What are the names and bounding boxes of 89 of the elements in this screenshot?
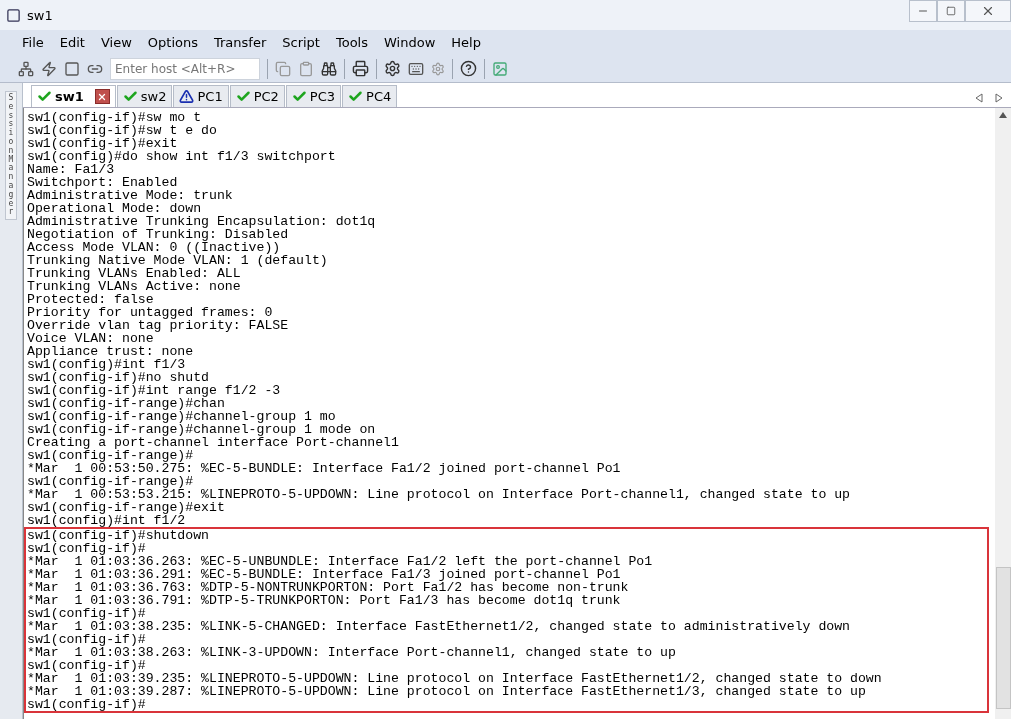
app-icon	[6, 7, 21, 23]
lightning-icon[interactable]	[41, 60, 57, 77]
session-tab[interactable]: PC3	[285, 85, 342, 107]
terminal-line: sw1(config-if)#sw mo t	[27, 111, 203, 124]
terminal-line: Negotiation of Trunking: Disabled	[27, 228, 289, 241]
keyboard-icon[interactable]	[408, 60, 424, 77]
terminal-line: sw1(config-if)#	[27, 698, 147, 711]
terminal-line: sw1(config)#do show int f1/3 switchport	[27, 150, 337, 163]
terminal-line: sw1(config-if)#sw t e do	[27, 124, 218, 137]
help-icon[interactable]	[460, 60, 477, 77]
terminal-line: sw1(config)#int f1/2	[27, 514, 186, 527]
scroll-up-icon[interactable]	[999, 112, 1007, 118]
tab-label: PC2	[253, 89, 279, 104]
menu-item[interactable]: Edit	[51, 35, 93, 50]
session-tab[interactable]: PC4	[342, 85, 398, 107]
terminal-line: *Mar 1 00:53:53.215: %LINEPROTO-5-UPDOWN: Line protocol on Interface Port-channel1, changed state to up	[27, 488, 852, 501]
menu-item[interactable]: Help	[443, 35, 489, 50]
terminal-line: *Mar 1 01:03:36.791: %DTP-5-TRUNKPORTON: Port Fa1/3 has become dot1q trunk	[27, 594, 622, 607]
printer-icon[interactable]	[352, 60, 369, 77]
terminal-line: Switchport: Enabled	[27, 176, 179, 189]
close-icon[interactable]	[94, 89, 110, 104]
tab-label: PC3	[309, 89, 336, 104]
right-arrow-icon[interactable]	[995, 93, 1003, 103]
menu-item[interactable]: File	[14, 35, 52, 50]
session-tab[interactable]: PC1	[173, 85, 229, 107]
terminal-line: Creating a port-channel interface Port-channel1	[27, 436, 400, 449]
session-tab[interactable]: PC2	[229, 85, 285, 107]
maximize-icon	[946, 6, 956, 16]
menu-item[interactable]: View	[92, 35, 140, 50]
tab-label: sw2	[140, 89, 167, 104]
session-tab[interactable]: sw1	[31, 85, 116, 107]
network-icon[interactable]	[18, 60, 34, 77]
terminal-line: Trunking Native Mode VLAN: 1 (default)	[27, 254, 329, 267]
terminal-line: sw1(config-if)#shutdown	[27, 529, 211, 542]
terminal-line: sw1(config)#int f1/3	[27, 358, 187, 371]
terminal-line: Trunking VLANs Enabled: ALL	[27, 267, 242, 280]
close-icon	[981, 4, 995, 18]
window-title: sw1	[27, 7, 54, 23]
tab-label: PC1	[197, 89, 223, 104]
tab-label: PC4	[366, 89, 392, 104]
host-field[interactable]: Enter host <Alt+R>	[110, 57, 260, 80]
terminal-line: Appliance trust: none	[27, 345, 195, 358]
terminal-line: sw1(config-if)#	[27, 659, 147, 672]
terminal-line: *Mar 1 00:53:50.275: %EC-5-BUNDLE: Interface Fa1/2 joined port-channel Po1	[27, 462, 622, 475]
left-arrow-icon[interactable]	[975, 93, 983, 103]
terminal-line: sw1(config-if-range)#channel-group 1 mo	[27, 410, 337, 423]
terminal-line: Trunking VLANs Active: none	[27, 280, 242, 293]
terminal-line: sw1(config-if)#int range f1/2 -3	[27, 384, 282, 397]
settings-icon[interactable]	[384, 60, 401, 77]
terminal-line: sw1(config-if)#	[27, 542, 146, 555]
terminal-line: *Mar 1 01:03:39.287: %LINEPROTO-5-UPDOWN: Line protocol on Interface FastEthernet1/3, changed state to up	[27, 685, 867, 698]
terminal-line: *Mar 1 01:03:38.235: %LINK-5-CHANGED: Interface FastEthernet1/2, changed state to administratively down	[27, 620, 852, 633]
terminal-line: Operational Mode: down	[27, 202, 203, 215]
terminal-line: sw1(config-if-range)#exit	[27, 501, 226, 514]
terminal-line: Protected: false	[27, 293, 155, 306]
terminal-line: *Mar 1 01:03:39.235: %LINEPROTO-5-UPDOWN: Line protocol on Interface FastEthernet1/2, changed state to down	[27, 672, 883, 685]
terminal-line: sw1(config-if-range)#	[27, 475, 195, 488]
menu-item[interactable]: Script	[274, 35, 328, 50]
terminal-line: sw1(config-if)#	[27, 607, 147, 620]
menu-item[interactable]: Options	[139, 35, 206, 50]
terminal-line: *Mar 1 01:03:36.291: %EC-5-BUNDLE: Interface Fa1/3 joined port-channel Po1	[27, 568, 622, 581]
tab-label: sw1	[55, 89, 84, 104]
terminal-line: Administrative Mode: trunk	[27, 189, 234, 202]
terminal-line: Administrative Trunking Encapsulation: dot1q	[27, 215, 377, 228]
binoculars-icon[interactable]	[321, 60, 337, 77]
terminal-line: *Mar 1 01:03:38.263: %LINK-3-UPDOWN: Interface Port-channel1, changed state to up	[27, 646, 677, 659]
menu-item[interactable]: Tools	[328, 35, 376, 50]
terminal-line: sw1(config-if)#exit	[27, 137, 179, 150]
terminal-line: *Mar 1 01:03:36.263: %EC-5-UNBUNDLE: Interface Fa1/2 left the port-channel Po1	[27, 555, 654, 568]
maximize-button[interactable]	[937, 0, 965, 22]
session-tab[interactable]: sw2	[116, 85, 173, 107]
terminal-line: sw1(config-if)#no shutd	[27, 371, 211, 384]
scrollbar-thumb[interactable]	[995, 567, 1011, 709]
terminal-line: sw1(config-if-range)#channel-group 1 mode on	[27, 423, 377, 436]
terminal-line: sw1(config-if)#	[27, 633, 147, 646]
menu-item[interactable]: Transfer	[206, 35, 275, 50]
window-icon[interactable]	[64, 60, 80, 77]
menu-item[interactable]: Window	[376, 35, 444, 50]
clipboard-icon[interactable]	[298, 60, 314, 77]
terminal-line: Name: Fa1/3	[27, 163, 115, 176]
terminal-line: Access Mode VLAN: 0 ((Inactive))	[27, 241, 281, 254]
terminal-line: sw1(config-if-range)#	[27, 449, 194, 462]
terminal-line: Override vlan tag priority: FALSE	[27, 319, 290, 332]
terminal-line: Voice VLAN: none	[27, 332, 154, 345]
terminal[interactable]	[24, 108, 995, 719]
session-manager-tab[interactable]: Session Manager	[5, 91, 17, 221]
terminal-line: Priority for untagged frames: 0	[27, 306, 274, 319]
terminal-line: sw1(config-if-range)#chan	[27, 397, 225, 410]
terminal-line: *Mar 1 01:03:36.763: %DTP-5-NONTRUNKPORTON: Port Fa1/2 has become non-trunk	[27, 581, 630, 594]
